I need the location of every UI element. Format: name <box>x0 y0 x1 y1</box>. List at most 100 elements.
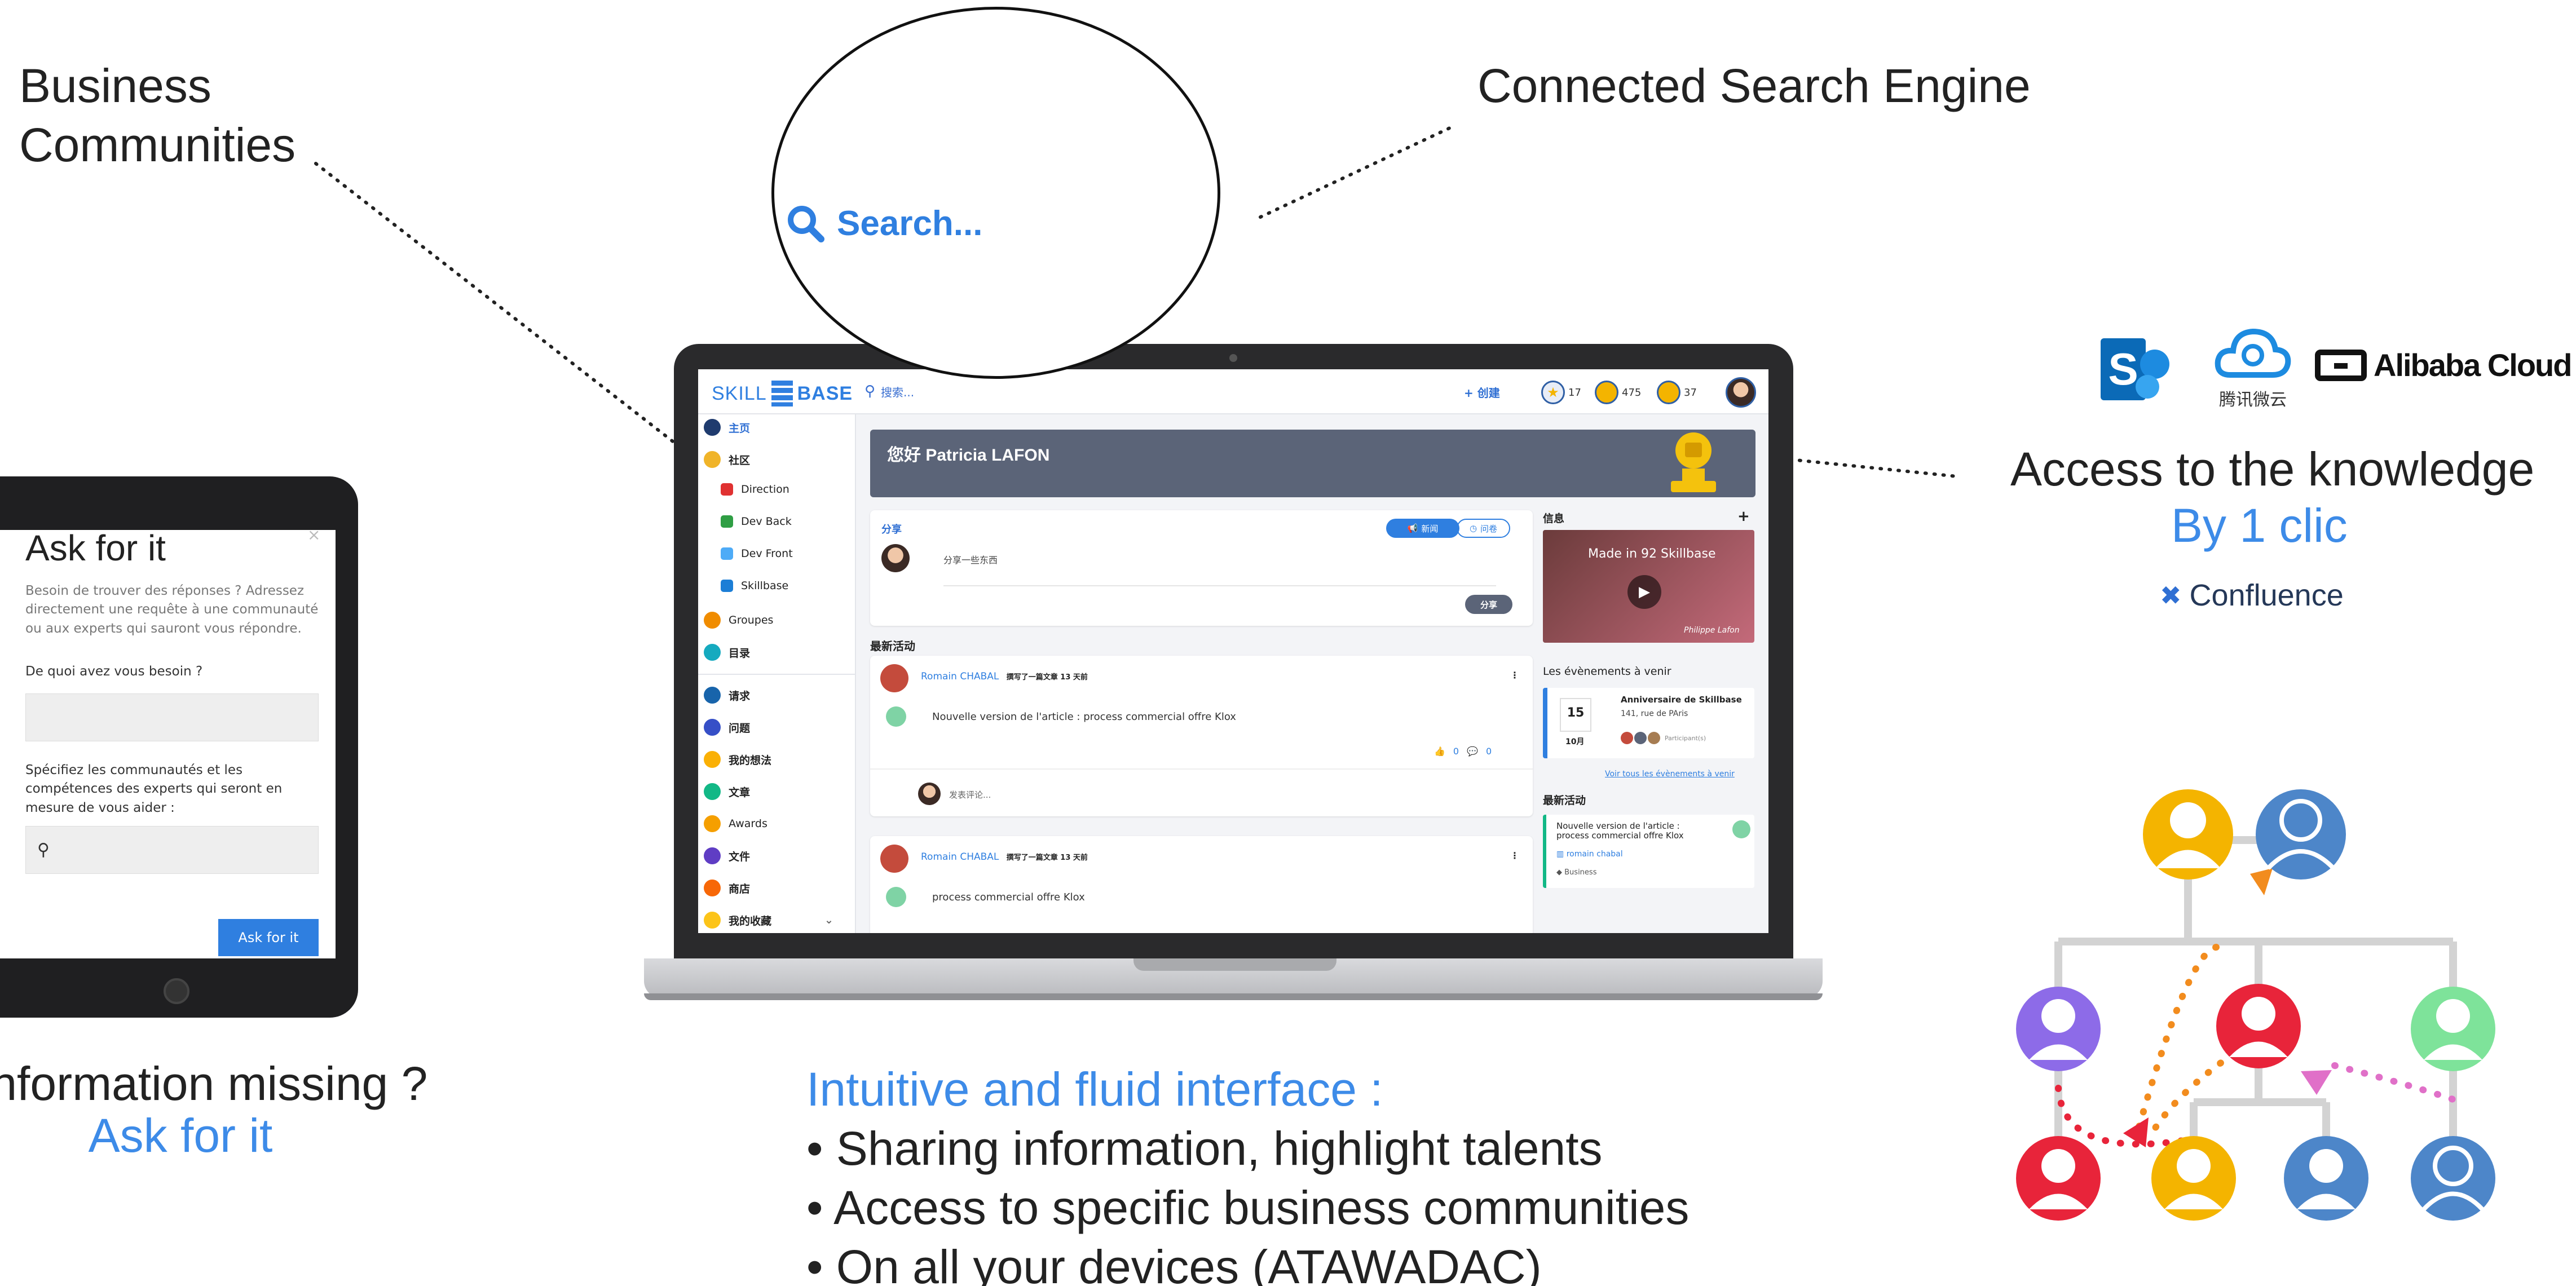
close-icon[interactable]: × <box>307 525 320 544</box>
create-button[interactable]: + 创建 <box>1464 384 1500 400</box>
coins-badge[interactable]: 475 <box>1595 379 1641 405</box>
megaphone-icon: 📢 <box>1407 523 1418 533</box>
comment-icon[interactable]: 💬 <box>1467 746 1478 757</box>
share-avatar <box>881 544 910 572</box>
news-mode-toggle[interactable]: 📢 新闻 <box>1386 519 1459 538</box>
sidebar-item-directory[interactable]: 目录 <box>704 644 750 661</box>
participants-avatars: Participant(s) <box>1621 732 1706 744</box>
add-icon[interactable]: + <box>1737 508 1750 525</box>
need-label: De quoi avez vous besoin ? <box>25 664 203 679</box>
information-missing-label: Information missing ? <box>0 1057 428 1110</box>
article-type-icon <box>886 706 906 727</box>
ask-for-it-button[interactable]: Ask for it <box>218 919 319 956</box>
more-options-icon[interactable]: ⋮ <box>1510 670 1519 680</box>
questions-icon <box>704 719 721 736</box>
intuitive-title: Intuitive and fluid interface : <box>806 1063 1383 1116</box>
share-submit-button[interactable]: 分享 <box>1465 595 1512 614</box>
search-icon <box>788 206 824 242</box>
post-author-link[interactable]: Romain CHABAL <box>921 851 999 863</box>
greeting-text: 您好 Patricia LAFON <box>887 446 1050 465</box>
need-input[interactable] <box>25 693 319 741</box>
sidebar-item-shop[interactable]: 商店 <box>704 880 750 896</box>
tablet-home-button[interactable] <box>164 978 189 1004</box>
sidebar-item-requests[interactable]: 请求 <box>704 687 750 704</box>
skillbase-logo[interactable]: SKILL BASE <box>712 381 853 406</box>
ask-for-it-label: Ask for it <box>88 1109 273 1162</box>
event-date-badge: 15 <box>1560 698 1591 732</box>
medals-badge[interactable]: 37 <box>1657 379 1697 405</box>
post-author-avatar <box>880 664 908 692</box>
community-icon <box>704 451 721 468</box>
post-header: Romain CHABAL 撰写了一篇文章 13 天前 <box>921 671 1088 682</box>
more-options-icon[interactable]: ⋮ <box>1510 850 1519 861</box>
bullet-communities: • Access to specific business communitie… <box>806 1181 1690 1234</box>
composite-ui-figure: { "callouts": { "business_communities": … <box>0 0 2576 1286</box>
directory-icon <box>704 644 721 661</box>
comment-input[interactable]: 发表评论... <box>949 789 991 801</box>
sidebar-item-direction[interactable]: Direction <box>721 483 789 496</box>
video-thumbnail[interactable]: Made in 92 Skillbase ▶ Philippe Lafon <box>1543 530 1754 643</box>
activity-post-1: Romain CHABAL 撰写了一篇文章 13 天前 ⋮ Nouvelle v… <box>870 656 1533 816</box>
sidebar-item-articles[interactable]: 文章 <box>704 783 750 800</box>
app-search-input[interactable]: ⚲ 搜索... <box>864 383 914 400</box>
search-magnifier-bubble <box>771 7 1220 379</box>
expertise-search-input[interactable]: ⚲ <box>25 826 319 874</box>
sidebar-item-dev-back[interactable]: Dev Back <box>721 515 792 528</box>
coin-icon <box>1595 381 1618 404</box>
sidebar-item-ideas[interactable]: 我的想法 <box>704 751 771 768</box>
search-icon: ⚲ <box>37 840 50 860</box>
sidebar-item-dev-front[interactable]: Dev Front <box>721 547 793 560</box>
groups-icon <box>704 612 721 629</box>
specify-label: Spécifiez les communautés et les compéte… <box>25 763 283 815</box>
side-recent-card[interactable]: Nouvelle version de l'article : process … <box>1543 815 1754 888</box>
person-icon <box>2411 987 2495 1071</box>
arrow-orange <box>2250 868 2273 895</box>
search-bubble-input[interactable]: Search... <box>785 203 982 244</box>
ask-dialog-title: Ask for it <box>25 528 166 568</box>
dev-back-icon <box>721 515 733 528</box>
sidebar: 主页 社区 Direction Dev Back Dev Front Skill… <box>698 414 856 933</box>
bullet-devices: • On all your devices (ATAWADAC) <box>806 1240 1542 1286</box>
stars-badge[interactable]: ★ 17 <box>1541 379 1581 405</box>
sidebar-item-community[interactable]: 社区 <box>704 451 750 468</box>
like-icon[interactable]: 👍 <box>1434 746 1445 757</box>
sidebar-item-files[interactable]: 文件 <box>704 847 750 864</box>
awards-icon <box>704 815 721 832</box>
see-all-events-link[interactable]: Voir tous les évènements à venir <box>1605 770 1735 779</box>
laptop-foot <box>644 993 1823 1000</box>
ask-dialog-intro: Besoin de trouver des réponses ? Adresse… <box>25 584 319 636</box>
question-mode-toggle[interactable]: ◷ 问卷 <box>1457 519 1510 538</box>
play-icon[interactable]: ▶ <box>1627 575 1661 609</box>
user-avatar[interactable] <box>1726 377 1756 408</box>
sidebar-item-home[interactable]: 主页 <box>704 419 750 436</box>
sidebar-item-groupes[interactable]: Groupes <box>704 612 773 629</box>
camera-dot <box>1229 354 1237 362</box>
info-title: 信息 <box>1543 512 1565 525</box>
person-icon <box>2151 1136 2236 1221</box>
laptop-notch <box>1133 958 1336 971</box>
article-type-icon <box>886 887 906 907</box>
event-card[interactable]: 15 10月 Anniversaire de Skillbase 141, ru… <box>1543 688 1754 758</box>
sidebar-item-favorites[interactable]: 我的收藏 ⌄ <box>704 912 833 929</box>
share-input[interactable]: 分享一些东西 <box>943 553 1496 586</box>
skillbase-icon <box>721 580 733 592</box>
tag-icon: ◆ <box>1556 868 1565 877</box>
building-icon: ▥ <box>1556 850 1567 859</box>
home-icon <box>704 419 721 436</box>
events-title: Les évènements à venir <box>1543 665 1671 678</box>
star-icon: ★ <box>1541 381 1565 404</box>
person-icon <box>2016 987 2101 1071</box>
welcome-banner: 您好 Patricia LAFON <box>870 430 1755 497</box>
person-icon <box>2016 1136 2101 1221</box>
bullet-sharing: • Sharing information, highlight talents <box>806 1122 1603 1175</box>
chevron-down-icon[interactable]: ⌄ <box>824 914 833 926</box>
shop-icon <box>704 880 721 896</box>
post-author-avatar <box>880 845 908 873</box>
sidebar-item-awards[interactable]: Awards <box>704 815 767 832</box>
post-author-link[interactable]: Romain CHABAL <box>921 671 999 682</box>
sidebar-item-questions[interactable]: 问题 <box>704 719 750 736</box>
side-recent-title: 最新活动 <box>1543 794 1586 807</box>
articles-icon <box>704 783 721 800</box>
share-card: 分享 📢 新闻 ◷ 问卷 分享一些东西 分享 <box>870 510 1533 626</box>
sidebar-item-skillbase[interactable]: Skillbase <box>721 580 788 592</box>
